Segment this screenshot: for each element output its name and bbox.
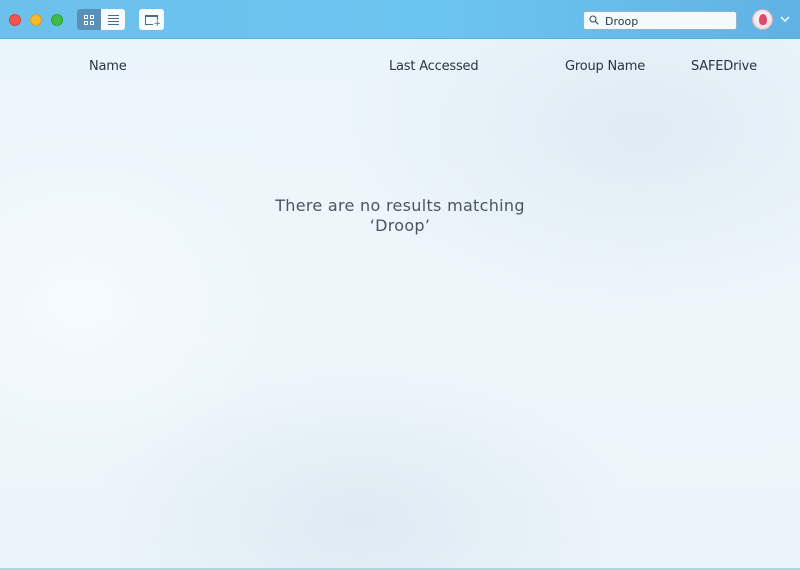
avatar-image [759,14,767,25]
column-header-last-accessed[interactable]: Last Accessed [389,59,479,74]
list-view-button[interactable] [101,9,125,30]
grid-icon [84,14,94,25]
avatar[interactable] [752,9,773,30]
list-icon [107,14,119,25]
table-header: Name Last Accessed Group Name SAFEDrive [0,39,800,93]
empty-state-line-2: ‘Droop’ [369,216,431,235]
empty-state-message: There are no results matching ‘Droop’ [250,196,550,236]
view-mode-toggle [77,9,125,30]
new-window-button[interactable] [139,9,164,30]
grid-view-button[interactable] [77,9,101,30]
titlebar [0,0,800,39]
column-header-name[interactable]: Name [89,59,127,74]
maximize-window-button[interactable] [51,14,63,26]
minimize-window-button[interactable] [30,14,42,26]
column-header-group-name[interactable]: Group Name [565,59,645,74]
search-input[interactable] [605,13,730,29]
search-icon [589,15,599,25]
app-window: Name Last Accessed Group Name SAFEDrive … [0,0,800,570]
search-field[interactable] [583,11,737,30]
chevron-down-icon[interactable] [779,13,791,25]
close-window-button[interactable] [9,14,21,26]
empty-state-line-1: There are no results matching [275,196,525,215]
column-header-safedrive[interactable]: SAFEDrive [691,59,757,74]
new-window-icon [145,14,161,29]
